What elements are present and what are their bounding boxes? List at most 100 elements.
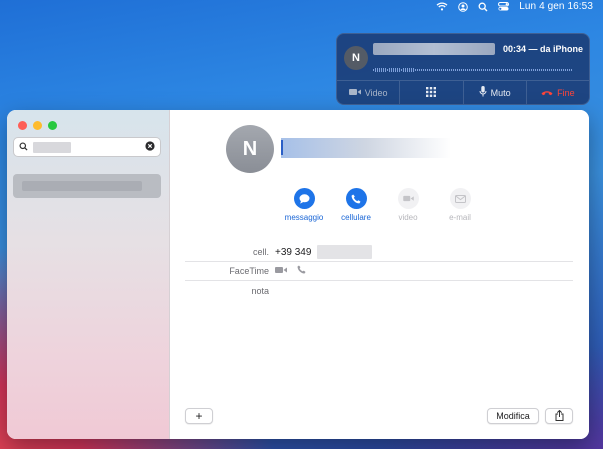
facetime-audio-icon[interactable] [297,265,306,277]
waveform-bar [493,69,494,71]
add-button[interactable]: + [185,408,213,424]
contact-list-item[interactable] [13,174,161,198]
waveform-bar [421,69,422,71]
contact-fields: cell. +39 349 FaceTime nota [185,243,573,300]
waveform-bar [439,69,440,71]
control-center-icon[interactable] [498,0,510,13]
waveform-bar [531,69,532,71]
waveform-bar [437,69,438,71]
close-window-button[interactable] [18,121,27,130]
video-call-label: Video [364,87,388,98]
note-field[interactable]: nota [185,281,573,300]
waveform-bar [483,69,484,71]
waveform-bar [465,69,466,71]
note-label: nota [251,285,269,296]
waveform-bar [419,69,420,71]
contacts-window: N messaggio cellulare video e-mail cell.… [7,110,589,439]
video-icon [348,88,361,98]
waveform-bar [543,69,544,71]
waveform-bar [453,69,454,71]
waveform-bar [415,68,416,72]
facetime-video-icon[interactable] [275,266,287,277]
waveform-bar [451,69,452,71]
wifi-icon[interactable] [436,0,448,13]
waveform-bar [525,69,526,71]
phone-action[interactable]: cellulare [332,188,380,222]
waveform-bar [383,67,384,73]
user-icon[interactable] [458,0,469,13]
waveform-bar [391,67,392,73]
waveform-bar [517,69,518,71]
contact-detail: N messaggio cellulare video e-mail cell.… [170,110,589,439]
waveform-bar [459,69,460,71]
contact-avatar[interactable]: N [226,125,274,173]
mute-button[interactable]: Muto [464,81,527,104]
waveform-bar [475,69,476,71]
waveform-bar [545,69,546,71]
minimize-window-button[interactable] [33,121,42,130]
edit-button[interactable]: Modifica [487,408,539,424]
message-action[interactable]: messaggio [280,188,328,222]
facetime-field: FaceTime [185,262,573,281]
waveform-bar [487,69,488,71]
waveform-bar [473,69,474,71]
keypad-icon [426,86,437,99]
waveform-bar [387,68,388,72]
waveform-bar [485,69,486,71]
waveform-bar [423,69,424,71]
waveform-bar [445,69,446,71]
waveform-bar [555,69,556,71]
waveform-bar [413,67,414,73]
waveform-bar [461,69,462,71]
share-button[interactable] [545,408,573,424]
window-controls [18,121,57,130]
waveform-bar [379,68,380,72]
share-icon [555,409,564,423]
waveform-bar [479,69,480,71]
waveform-bar [527,69,528,71]
zoom-window-button[interactable] [48,121,57,130]
waveform-bar [547,69,548,71]
mail-action-label: e-mail [449,213,471,222]
phone-icon [345,188,367,209]
waveform-bar [481,69,482,71]
waveform-bar [407,68,408,72]
keypad-button[interactable] [400,81,464,104]
waveform-bar [519,69,520,71]
waveform-bar [381,68,382,72]
waveform-bar [515,69,516,71]
waveform-bar [455,69,456,71]
waveform-bar [385,67,386,73]
search-field[interactable] [13,137,161,157]
search-query-redacted [33,141,71,153]
waveform-bar [457,69,458,71]
waveform-bar [507,69,508,71]
end-call-label: Fine [557,87,575,98]
menu-clock[interactable]: Lun 4 gen 16:53 [519,0,593,13]
end-call-button[interactable]: Fine [527,81,589,104]
waveform-bar [509,69,510,71]
waveform-bar [501,69,502,71]
waveform-bar [523,69,524,71]
search-icon[interactable] [478,0,488,13]
facetime-label: FaceTime [229,266,269,276]
hang-up-icon [541,88,553,98]
waveform-bar [553,69,554,71]
waveform-bar [567,69,568,71]
waveform-bar [397,67,398,73]
waveform-bar [471,69,472,71]
waveform-bar [467,69,468,71]
message-action-label: messaggio [284,213,324,222]
waveform-bar [557,69,558,71]
clear-search-icon[interactable] [145,138,155,156]
waveform-bar [511,69,512,71]
video-call-button[interactable]: Video [337,81,401,104]
waveform-bar [399,67,400,73]
cell-number-redacted [317,245,373,259]
call-actions: Video Muto Fine [337,80,589,104]
waveform-bar [447,69,448,71]
waveform-bar [491,69,492,71]
cell-number[interactable]: +39 349 [275,247,311,258]
cell-value[interactable]: +39 349 [275,245,373,259]
mail-icon [449,188,471,209]
